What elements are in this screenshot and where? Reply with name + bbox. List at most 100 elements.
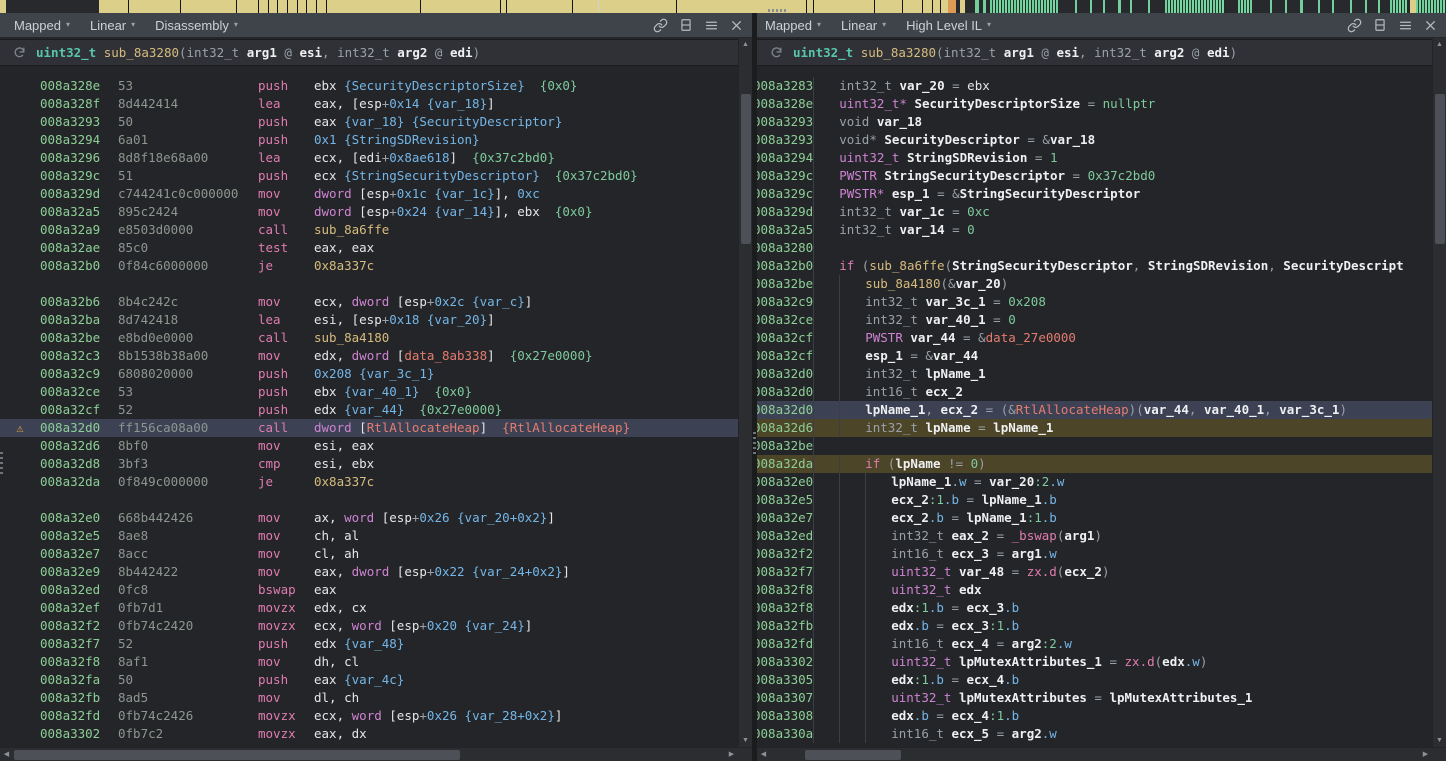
hlil-token[interactable]: nullptr <box>1103 96 1156 111</box>
opcode-bytes[interactable]: 8b442422 <box>118 563 258 581</box>
hlil-token[interactable]: lpName_1 <box>865 402 925 417</box>
opcode-bytes[interactable]: 0f849c000000 <box>118 473 258 491</box>
operand-token[interactable]: 0x2c {var_c} <box>434 294 524 309</box>
signature-token[interactable]: @ <box>1184 45 1207 60</box>
hlil-token[interactable]: int16_t <box>865 384 925 399</box>
hlil-token[interactable]: int16_t <box>891 546 951 561</box>
hlil-token[interactable]: lpName <box>925 420 970 435</box>
operand-token[interactable]: ], ebx <box>495 204 540 219</box>
hlil-token[interactable]: = <box>1027 150 1050 165</box>
reanalyze-function-icon[interactable] <box>13 46 26 59</box>
hlil-row[interactable]: 008a329dint32_t var_1c = 0xc <box>757 203 1432 221</box>
address[interactable]: 008a32c9 <box>757 293 813 311</box>
operand-token[interactable]: [esp <box>359 186 389 201</box>
operand-token[interactable]: data_8ab338 <box>404 348 487 363</box>
hlil-token[interactable]: (& <box>940 276 955 291</box>
mnemonic[interactable]: push <box>258 131 314 149</box>
operand-token[interactable]: {0x27e0000} <box>419 402 502 417</box>
right-view-mode-menu[interactable]: Mapped ▾ <box>765 18 821 33</box>
operand-token[interactable]: ] <box>449 150 457 165</box>
disasm-row[interactable]: 008a32fb8ad5movdl, ch <box>0 689 738 707</box>
menu-hamburger-icon[interactable] <box>1398 19 1413 32</box>
operand-token[interactable]: word <box>352 618 390 633</box>
operand-token[interactable]: ax, <box>314 510 344 525</box>
hlil-token[interactable]: int32_t <box>865 294 925 309</box>
hlil-row[interactable]: 008a32d6int32_t lpName = lpName_1 <box>757 419 1432 437</box>
hlil-token[interactable]: )( <box>1129 402 1144 417</box>
split-pane-icon[interactable] <box>679 18 693 32</box>
address[interactable]: 008a32ba <box>40 311 118 329</box>
sync-link-icon[interactable] <box>1347 18 1362 33</box>
address[interactable]: 008a32b6 <box>40 293 118 311</box>
operand-token[interactable]: dword <box>352 294 397 309</box>
hlil-token[interactable]: = <box>945 204 968 219</box>
hlil-token[interactable]: ) <box>1094 528 1102 543</box>
mnemonic[interactable]: lea <box>258 311 314 329</box>
hlil-row[interactable]: 008a3305edx:1.b = ecx_4.b <box>757 671 1432 689</box>
address[interactable]: 008a328f <box>40 95 118 113</box>
opcode-bytes[interactable]: 52 <box>118 635 258 653</box>
disasm-row[interactable]: 008a32f20fb74c2420movzxecx, word [esp+0x… <box>0 617 738 635</box>
operand-token[interactable]: esi, ebx <box>314 456 374 471</box>
hlil-token[interactable]: uint32_t <box>891 690 959 705</box>
hlil-row[interactable]: 008a32fbedx.b = ecx_3:1.b <box>757 617 1432 635</box>
disasm-row[interactable]: 008a32da0f849c000000je0x8a337c <box>0 473 738 491</box>
operand-token[interactable]: ] <box>547 510 555 525</box>
hlil-token[interactable]: ecx_5 <box>951 726 989 741</box>
hlil-row[interactable]: 008a32b0if (sub_8a6ffe(StringSecurityDes… <box>757 257 1432 275</box>
operand-token[interactable]: ] <box>487 348 495 363</box>
disasm-row[interactable]: 008a32c96808020000push0x208 {var_3c_1} <box>0 365 738 383</box>
operand-token[interactable]: + <box>389 204 397 219</box>
address[interactable]: 008a32fb <box>757 617 813 635</box>
hlil-token[interactable]: SecurityDescriptor <box>884 132 1019 147</box>
operand-token[interactable]: 0x22 {var_24+0x2} <box>434 564 562 579</box>
operand-token[interactable]: edx, <box>314 348 352 363</box>
hlil-token[interactable]: SecurityDescriptorSize <box>914 96 1080 111</box>
hlil-token[interactable]: , <box>1268 258 1283 273</box>
hlil-token[interactable]: = (& <box>978 402 1016 417</box>
hlil-token[interactable]: , <box>1133 258 1148 273</box>
right-horizontal-scrollbar[interactable]: ◀ ▶ <box>757 747 1446 761</box>
hlil-row[interactable]: 008a32a5int32_t var_14 = 0 <box>757 221 1432 239</box>
hlil-token[interactable]: int16_t <box>891 636 951 651</box>
hlil-row[interactable]: 008a32f8uint32_t edx <box>757 581 1432 599</box>
hlil-token[interactable]: if <box>865 456 888 471</box>
sync-link-icon[interactable] <box>653 18 668 33</box>
mnemonic[interactable]: lea <box>258 149 314 167</box>
opcode-bytes[interactable]: 3bf3 <box>118 455 258 473</box>
operand-token[interactable]: {RtlAllocateHeap} <box>502 420 630 435</box>
hlil-token[interactable]: = <box>929 618 952 633</box>
hlil-token[interactable]: != <box>940 456 970 471</box>
address[interactable]: 008a3294 <box>40 131 118 149</box>
hlil-row[interactable]: 008a32c9int32_t var_3c_1 = 0x208 <box>757 293 1432 311</box>
hlil-token[interactable]: edx <box>891 708 914 723</box>
address[interactable]: 008a32f8 <box>757 581 813 599</box>
operand-token[interactable] <box>457 150 472 165</box>
operand-token[interactable]: [esp <box>382 510 412 525</box>
mnemonic[interactable]: push <box>258 671 314 689</box>
address[interactable]: 008a328e <box>40 77 118 95</box>
operand-token[interactable]: {var_4c} <box>344 672 404 687</box>
operand-token[interactable]: dh, cl <box>314 654 359 669</box>
disasm-row[interactable]: 008a329350pusheax {var_18} {SecurityDesc… <box>0 113 738 131</box>
operand-token[interactable]: {0x0} <box>540 78 578 93</box>
mnemonic[interactable]: lea <box>258 95 314 113</box>
operand-token[interactable]: {var_18} {SecurityDescriptor} <box>344 114 562 129</box>
hlil-token[interactable]: var_44 <box>1144 402 1189 417</box>
hlil-token[interactable]: lpName <box>895 456 940 471</box>
hlil-token[interactable]: int32_t <box>839 78 899 93</box>
opcode-bytes[interactable]: 668b442426 <box>118 509 258 527</box>
disasm-row[interactable]: 008a329c51pushecx {StringSecurityDescrip… <box>0 167 738 185</box>
hlil-token[interactable]: ecx_2 <box>891 492 929 507</box>
opcode-bytes[interactable]: 53 <box>118 77 258 95</box>
address[interactable]: 008a32f2 <box>757 545 813 563</box>
address[interactable]: 008a32cf <box>40 401 118 419</box>
hlil-row[interactable]: 008a329cPWSTR StringSecurityDescriptor =… <box>757 167 1432 185</box>
hlil-token[interactable]: var_18 <box>877 114 922 129</box>
hlil-token[interactable]: = <box>959 492 982 507</box>
hlil-token[interactable]: uint32_t <box>891 654 959 669</box>
address[interactable]: 008a329d <box>40 185 118 203</box>
hlil-token[interactable]: sub_8a6ffe <box>869 258 944 273</box>
left-il-view-menu[interactable]: Disassembly ▾ <box>155 18 238 33</box>
hlil-row[interactable]: 008a329cPWSTR* esp_1 = &StringSecurityDe… <box>757 185 1432 203</box>
